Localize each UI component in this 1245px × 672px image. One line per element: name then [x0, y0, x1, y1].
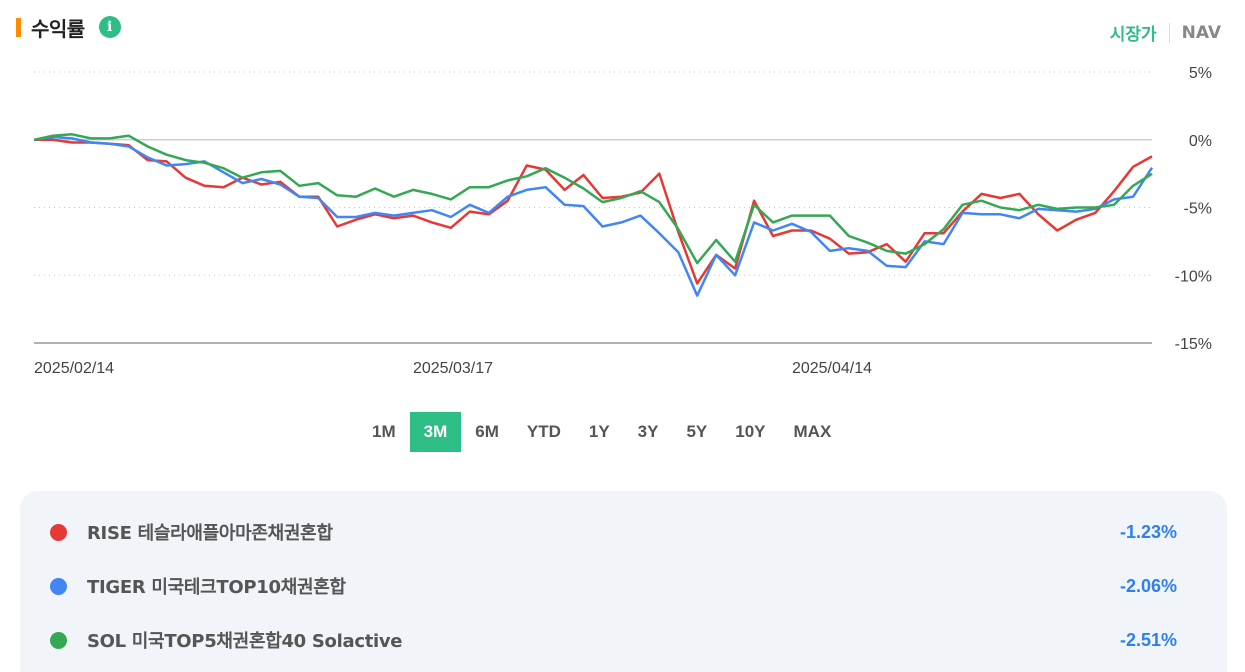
return-chart[interactable]: 5% 0% -5% -10% -15% 2025/02/14 2025/03/17 2025/… — [0, 55, 1245, 385]
series-color-dot — [50, 577, 67, 595]
y-tick-label: -15% — [1175, 336, 1212, 353]
fund-name: TIGER 미국테크TOP10채권혼합 — [87, 577, 346, 598]
nav-option[interactable]: NAV — [1182, 23, 1221, 43]
period-10y[interactable]: 10Y — [721, 412, 779, 452]
x-tick-label: 2025/02/14 — [34, 360, 114, 377]
period-3m[interactable]: 3M — [409, 412, 462, 452]
market-price-option[interactable]: 시장가 — [1110, 20, 1157, 45]
series-color-dot — [50, 631, 67, 649]
x-tick-label: 2025/04/14 — [792, 360, 872, 377]
series-line-2 — [33, 135, 1154, 297]
section-title: 수익률 — [31, 16, 85, 41]
period-selector: 1M 3M 6M YTD 1Y 3Y 5Y 10Y MAX — [358, 412, 845, 452]
period-3y[interactable]: 3Y — [624, 412, 673, 452]
fund-name: RISE 테슬라애플아마존채권혼합 — [87, 523, 333, 544]
series-line-3 — [33, 133, 1153, 265]
x-tick-label: 2025/03/17 — [413, 360, 493, 377]
series-color-dot — [50, 523, 67, 541]
legend-item: RISE 테슬라애플아마존채권혼합 -1.23% — [50, 517, 1177, 547]
y-tick-label: -10% — [1175, 268, 1212, 285]
period-1y[interactable]: 1Y — [575, 412, 624, 452]
period-ytd[interactable]: YTD — [513, 412, 575, 452]
fund-name: SOL 미국TOP5채권혼합40 Solactive — [87, 631, 403, 652]
fund-return: -2.06% — [1119, 575, 1177, 596]
period-1m[interactable]: 1M — [358, 412, 410, 452]
fund-return: -1.23% — [1119, 521, 1177, 542]
period-6m[interactable]: 6M — [461, 412, 513, 452]
toggle-divider — [1168, 22, 1170, 43]
period-max[interactable]: MAX — [780, 412, 846, 452]
legend-item: SOL 미국TOP5채권혼합40 Solactive -2.51% — [50, 625, 1177, 655]
price-type-toggle: 시장가 NAV — [1110, 20, 1221, 45]
fund-return: -2.51% — [1119, 629, 1177, 650]
title-marker — [16, 17, 21, 37]
y-tick-label: 0% — [1189, 133, 1212, 150]
y-tick-label: 5% — [1189, 65, 1212, 82]
info-icon[interactable]: i — [98, 16, 121, 38]
section-header: 수익률 i — [16, 12, 121, 42]
y-tick-label: -5% — [1184, 201, 1212, 218]
period-5y[interactable]: 5Y — [672, 412, 721, 452]
legend-item: TIGER 미국테크TOP10채권혼합 -2.06% — [50, 571, 1177, 601]
fund-legend: RISE 테슬라애플아마존채권혼합 -1.23% TIGER 미국테크TOP10… — [20, 491, 1227, 672]
